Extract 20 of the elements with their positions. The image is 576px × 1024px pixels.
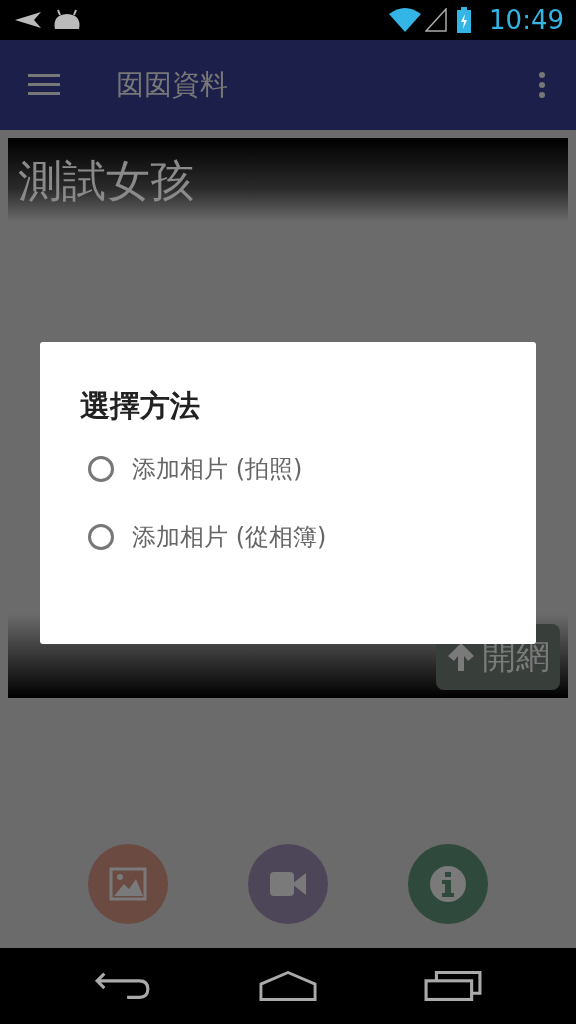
radio-button[interactable]	[88, 524, 114, 550]
app-title: 囡囡資料	[116, 67, 229, 103]
android-icon	[52, 9, 82, 31]
clock-time: 10:49	[489, 5, 564, 35]
card-title: 測試女孩	[18, 155, 194, 206]
option-label[interactable]: 添加相片 (從相簿)	[132, 521, 327, 553]
info-icon	[428, 864, 468, 904]
wifi-icon	[389, 8, 422, 32]
more-options-icon[interactable]	[538, 71, 546, 99]
menu-icon[interactable]	[28, 74, 60, 96]
back-icon[interactable]	[93, 970, 152, 1002]
recent-apps-icon[interactable]	[424, 970, 483, 1002]
home-icon[interactable]	[259, 970, 317, 1002]
battery-icon	[457, 7, 472, 33]
radio-button[interactable]	[88, 456, 114, 482]
dialog-title: 選擇方法	[80, 387, 201, 425]
option-label[interactable]: 添加相片 (拍照)	[132, 453, 303, 485]
signal-icon	[425, 8, 448, 32]
up-arrow-icon	[446, 641, 476, 673]
send-icon	[14, 10, 42, 30]
